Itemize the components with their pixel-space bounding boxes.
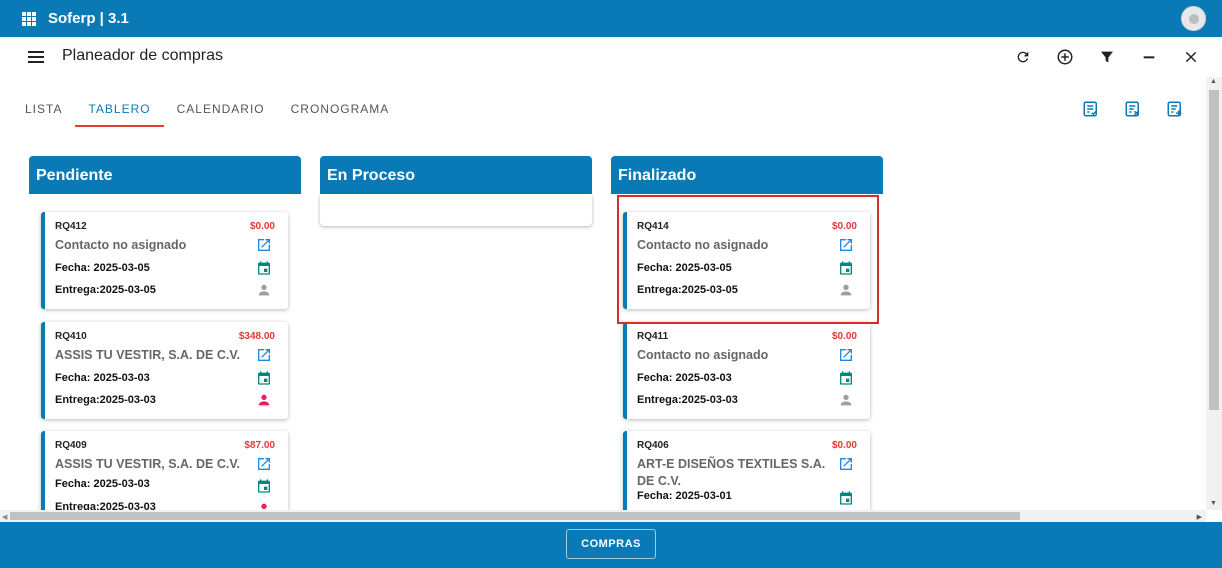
scroll-down-icon[interactable]: ▼ (1210, 500, 1217, 507)
horizontal-scrollbar[interactable]: ◀ ▶ (0, 510, 1206, 522)
footer-bar: COMPRAS (0, 522, 1222, 568)
scroll-thumb[interactable] (10, 512, 1020, 520)
avatar[interactable] (1181, 6, 1206, 31)
list-check-icon[interactable] (1082, 100, 1102, 120)
card-amount: $0.00 (831, 331, 857, 342)
card-contact: ASSIS TU VESTIR, S.A. DE C.V. (55, 457, 240, 471)
column-finalizado: Finalizado (611, 156, 883, 194)
scroll-left-icon[interactable]: ◀ (2, 513, 7, 521)
scroll-up-icon[interactable]: ▲ (1210, 78, 1217, 85)
card-code: RQ410 (55, 331, 87, 342)
card-rq412[interactable]: RQ412 $0.00 Contacto no asignado Fecha: … (41, 212, 288, 309)
card-code: RQ412 (55, 221, 87, 232)
tab-cronograma[interactable]: CRONOGRAMA (278, 92, 403, 127)
card-rq409[interactable]: RQ409 $87.00 ASSIS TU VESTIR, S.A. DE C.… (41, 431, 288, 510)
column-en-proceso: En Proceso (320, 156, 592, 226)
person-icon (256, 282, 272, 298)
view-tabs: LISTA TABLERO CALENDARIO CRONOGRAMA (12, 92, 402, 127)
apps-grid-icon[interactable] (22, 11, 36, 26)
calendar-icon[interactable] (256, 370, 272, 386)
app-bar: Soferp | 3.1 (0, 0, 1222, 37)
card-code: RQ411 (637, 331, 669, 342)
card-entrega: Entrega:2025-03-05 (55, 284, 156, 296)
window-actions (1002, 45, 1212, 69)
card-amount: $348.00 (238, 331, 275, 342)
card-fecha: Fecha: 2025-03-05 (55, 262, 150, 274)
close-icon[interactable] (1170, 45, 1212, 69)
card-fecha: Fecha: 2025-03-03 (55, 372, 150, 384)
card-amount: $0.00 (831, 440, 857, 451)
open-external-icon[interactable] (256, 237, 272, 253)
filter-icon[interactable] (1086, 45, 1128, 69)
list-remove-icon[interactable] (1124, 100, 1144, 120)
column-pendiente: Pendiente (29, 156, 301, 194)
column-empty-body (320, 194, 592, 226)
card-code: RQ409 (55, 440, 87, 451)
open-external-icon[interactable] (838, 456, 854, 472)
card-contact: ART-E DISEÑOS TEXTILES S.A. DE C.V. (637, 457, 826, 488)
list-add-icon[interactable] (1166, 100, 1186, 120)
open-external-icon[interactable] (256, 456, 272, 472)
page-title: Planeador de compras (62, 47, 223, 64)
open-external-icon[interactable] (838, 347, 854, 363)
compras-button[interactable]: COMPRAS (566, 529, 656, 559)
card-contact: ASSIS TU VESTIR, S.A. DE C.V. (55, 348, 240, 362)
tab-lista[interactable]: LISTA (12, 92, 75, 127)
card-fecha: Fecha: 2025-03-01 (637, 490, 732, 502)
kanban-board: Pendiente RQ412 $0.00 Contacto no asigna… (0, 140, 1206, 510)
card-fecha: Fecha: 2025-03-03 (55, 478, 150, 490)
person-icon (256, 501, 272, 510)
card-contact: Contacto no asignado (637, 348, 769, 362)
card-entrega: Entrega:2025-03-03 (55, 394, 156, 406)
scroll-right-icon[interactable]: ▶ (1197, 513, 1202, 521)
card-amount: $0.00 (249, 221, 275, 232)
card-contact: Contacto no asignado (55, 238, 187, 252)
card-amount: $87.00 (244, 440, 275, 451)
calendar-icon[interactable] (256, 478, 272, 494)
card-rq411[interactable]: RQ411 $0.00 Contacto no asignado Fecha: … (623, 322, 870, 419)
scroll-thumb[interactable] (1209, 90, 1219, 410)
tab-tablero[interactable]: TABLERO (75, 92, 164, 127)
card-rq410[interactable]: RQ410 $348.00 ASSIS TU VESTIR, S.A. DE C… (41, 322, 288, 419)
card-entrega: Entrega:2025-03-03 (637, 394, 738, 406)
column-title: Pendiente (29, 156, 301, 194)
selection-highlight (617, 195, 879, 324)
vertical-scrollbar[interactable]: ▲ ▼ (1206, 77, 1222, 510)
add-circle-icon[interactable] (1044, 45, 1086, 69)
board-actions (1082, 100, 1186, 120)
tab-calendario[interactable]: CALENDARIO (164, 92, 278, 127)
person-icon (256, 392, 272, 408)
card-entrega: Entrega:2025-03-03 (55, 501, 156, 510)
person-icon (838, 392, 854, 408)
refresh-icon[interactable] (1002, 45, 1044, 69)
card-fecha: Fecha: 2025-03-03 (637, 372, 732, 384)
calendar-icon[interactable] (838, 490, 854, 506)
column-title: En Proceso (320, 156, 592, 194)
calendar-icon[interactable] (838, 370, 854, 386)
calendar-icon[interactable] (256, 260, 272, 276)
minimize-icon[interactable] (1128, 45, 1170, 69)
card-rq406[interactable]: RQ406 $0.00 ART-E DISEÑOS TEXTILES S.A. … (623, 431, 870, 510)
app-title: Soferp | 3.1 (48, 10, 129, 27)
title-bar: Planeador de compras (0, 37, 1222, 77)
card-code: RQ406 (637, 440, 669, 451)
open-external-icon[interactable] (256, 347, 272, 363)
column-title: Finalizado (611, 156, 883, 194)
hamburger-menu-icon[interactable] (28, 51, 44, 63)
